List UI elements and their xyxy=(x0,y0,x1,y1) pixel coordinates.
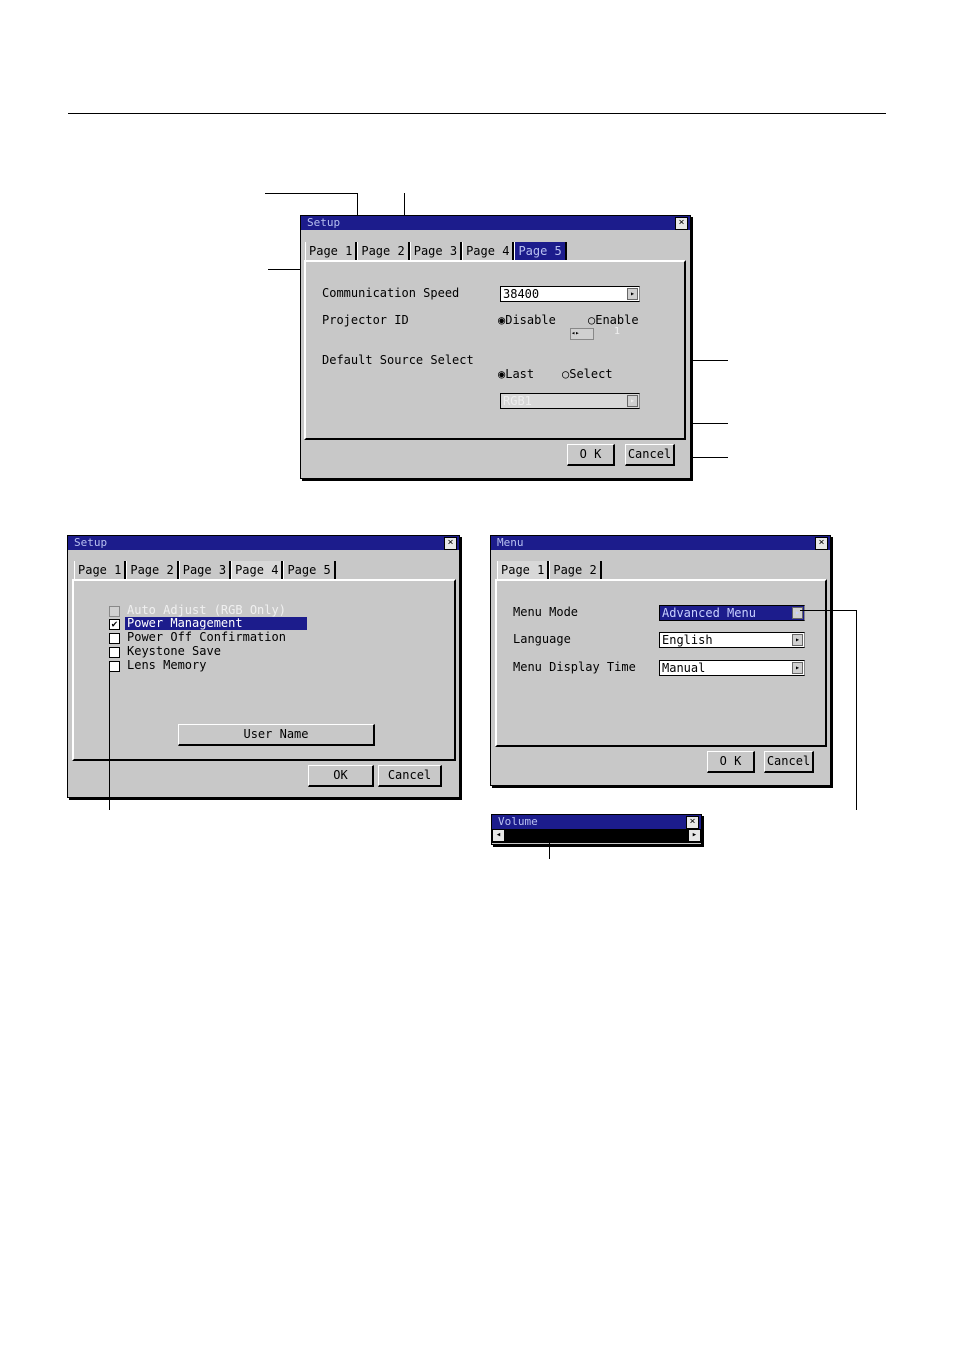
tab-page-2[interactable]: Page 2 xyxy=(357,242,410,260)
setup-dialog-page5: Setup × Page 1 Page 2 Page 3 Page 4 Page… xyxy=(300,215,691,479)
tab-page-5[interactable]: Page 5 xyxy=(283,561,336,579)
power-management-checkbox[interactable]: ✔ xyxy=(109,619,120,630)
user-name-button[interactable]: User Name xyxy=(178,724,375,746)
dropdown-arrow-icon[interactable]: ▸ xyxy=(627,395,638,407)
tab-page-5[interactable]: Page 5 xyxy=(514,242,567,260)
menu-mode-label: Menu Mode xyxy=(513,605,579,619)
close-icon[interactable]: × xyxy=(686,816,699,829)
ok-button[interactable]: O K xyxy=(707,751,755,773)
window-title: Volume xyxy=(498,815,538,828)
ok-button[interactable]: OK xyxy=(308,765,374,787)
dropdown-arrow-icon[interactable]: ▸ xyxy=(792,634,803,646)
lens-memory-checkbox[interactable] xyxy=(109,661,120,672)
disable-radio[interactable]: ◉Disable xyxy=(498,313,556,327)
menu-display-time-value: Manual xyxy=(662,661,706,675)
power-off-confirm-label: Power Off Confirmation xyxy=(127,630,286,644)
close-icon[interactable]: × xyxy=(815,537,828,550)
check-icon: ✔ xyxy=(111,619,118,630)
tab-page-4[interactable]: Page 4 xyxy=(462,242,515,260)
tab-panel: Menu Mode Advanced Menu ▸ Language Engli… xyxy=(495,579,827,747)
language-value: English xyxy=(662,633,713,647)
id-value: 1 xyxy=(614,326,621,337)
disable-label: Disable xyxy=(505,313,556,327)
language-select[interactable]: English ▸ xyxy=(659,632,805,648)
callout-line xyxy=(800,610,857,611)
arrow-right-icon[interactable]: ▸ xyxy=(689,830,700,841)
auto-adjust-checkbox[interactable] xyxy=(109,606,120,617)
cancel-button[interactable]: Cancel xyxy=(625,444,675,466)
callout-line xyxy=(549,843,550,859)
callout-line xyxy=(856,610,857,810)
tab-panel: Communication Speed 38400 ▸ Projector ID… xyxy=(304,260,686,440)
keystone-save-checkbox[interactable] xyxy=(109,647,120,658)
language-label: Language xyxy=(513,632,571,646)
volume-slider[interactable]: ◂ ▸ xyxy=(492,829,701,843)
power-off-confirm-checkbox[interactable] xyxy=(109,633,120,644)
keystone-save-label: Keystone Save xyxy=(127,644,221,658)
close-icon[interactable]: × xyxy=(444,537,457,550)
tab-page-3[interactable]: Page 3 xyxy=(178,561,232,579)
tab-page-4[interactable]: Page 4 xyxy=(231,561,284,579)
setup-dialog-page4: Setup × Page 1 Page 2 Page 3 Page 4 Page… xyxy=(67,535,460,798)
enable-radio[interactable]: ○Enable xyxy=(588,313,639,327)
tab-page-3[interactable]: Page 3 xyxy=(409,242,463,260)
dropdown-arrow-icon[interactable]: ▸ xyxy=(792,607,803,619)
projector-id-label: Projector ID xyxy=(322,313,409,327)
tab-page-1[interactable]: Page 1 xyxy=(305,242,358,260)
dropdown-arrow-icon[interactable]: ▸ xyxy=(792,662,803,674)
tab-page-1[interactable]: Page 1 xyxy=(497,561,550,579)
lens-memory-label: Lens Memory xyxy=(127,658,207,672)
title-bar[interactable]: Volume × xyxy=(492,815,701,829)
menu-display-time-label: Menu Display Time xyxy=(513,660,636,674)
callout-line xyxy=(109,670,110,810)
auto-adjust-label: Auto Adjust (RGB Only) xyxy=(127,603,286,617)
last-radio[interactable]: ◉Last xyxy=(498,367,534,381)
title-bar[interactable]: Setup × xyxy=(301,216,690,230)
tab-panel: Auto Adjust (RGB Only) ✔ Power Managemen… xyxy=(72,579,456,761)
menu-mode-select[interactable]: Advanced Menu ▸ xyxy=(659,605,805,621)
menu-mode-value: Advanced Menu xyxy=(662,606,756,620)
cancel-button[interactable]: Cancel xyxy=(378,765,442,787)
window-title: Setup xyxy=(74,536,108,549)
tab-page-1[interactable]: Page 1 xyxy=(74,561,127,579)
close-icon[interactable]: × xyxy=(675,217,688,230)
title-bar[interactable]: Setup × xyxy=(68,536,459,550)
source-value: RGB1 xyxy=(503,394,532,408)
window-title: Menu xyxy=(497,536,524,549)
enable-label: Enable xyxy=(595,313,639,327)
callout-line xyxy=(265,193,358,194)
comm-speed-label: Communication Speed xyxy=(322,286,460,300)
tab-page-2[interactable]: Page 2 xyxy=(549,561,602,579)
cancel-button[interactable]: Cancel xyxy=(764,751,814,773)
arrow-left-icon[interactable]: ◂ xyxy=(493,830,504,841)
id-stepper[interactable]: ◂▸ xyxy=(570,328,594,340)
callout-line xyxy=(357,193,358,215)
default-source-label: Default Source Select xyxy=(322,353,474,367)
comm-speed-value: 38400 xyxy=(503,287,540,301)
source-select[interactable]: RGB1 ▸ xyxy=(500,393,640,409)
menu-display-time-select[interactable]: Manual ▸ xyxy=(659,660,805,676)
page-divider xyxy=(68,113,886,114)
power-management-label: Power Management xyxy=(127,616,243,630)
volume-window: Volume × ◂ ▸ xyxy=(491,814,702,845)
menu-dialog: Menu × Page 1 Page 2 Menu Mode Advanced … xyxy=(490,535,831,786)
window-title: Setup xyxy=(307,216,341,229)
title-bar[interactable]: Menu × xyxy=(491,536,830,550)
select-label: Select xyxy=(569,367,613,381)
ok-button[interactable]: O K xyxy=(567,444,615,466)
select-radio[interactable]: ○Select xyxy=(562,367,613,381)
last-label: Last xyxy=(505,367,535,381)
comm-speed-select[interactable]: 38400 ▸ xyxy=(500,286,640,302)
dropdown-arrow-icon[interactable]: ▸ xyxy=(627,288,638,300)
tab-page-2[interactable]: Page 2 xyxy=(126,561,179,579)
